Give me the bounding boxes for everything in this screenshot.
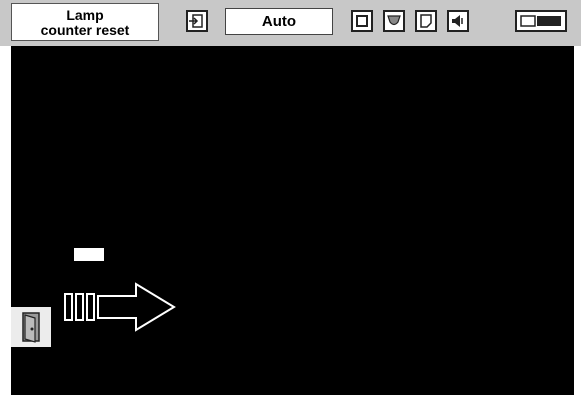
input-icon[interactable] bbox=[186, 10, 208, 32]
door-icon bbox=[11, 307, 51, 347]
speaker-icon[interactable] bbox=[447, 10, 469, 32]
white-chip bbox=[74, 248, 104, 261]
projection-screen bbox=[11, 46, 574, 395]
reset-arrow-icon bbox=[60, 279, 180, 335]
page-icon[interactable] bbox=[415, 10, 437, 32]
menu-title: Lamp counter reset bbox=[11, 3, 159, 41]
menu-bar: Lamp counter reset Auto bbox=[0, 0, 581, 46]
square-icon[interactable] bbox=[351, 10, 373, 32]
shield-icon[interactable] bbox=[383, 10, 405, 32]
mode-selector[interactable]: Auto bbox=[225, 8, 333, 35]
menu-title-line1: Lamp bbox=[66, 7, 104, 23]
menu-title-line2: counter reset bbox=[40, 22, 130, 38]
projector-icon[interactable] bbox=[515, 10, 567, 32]
